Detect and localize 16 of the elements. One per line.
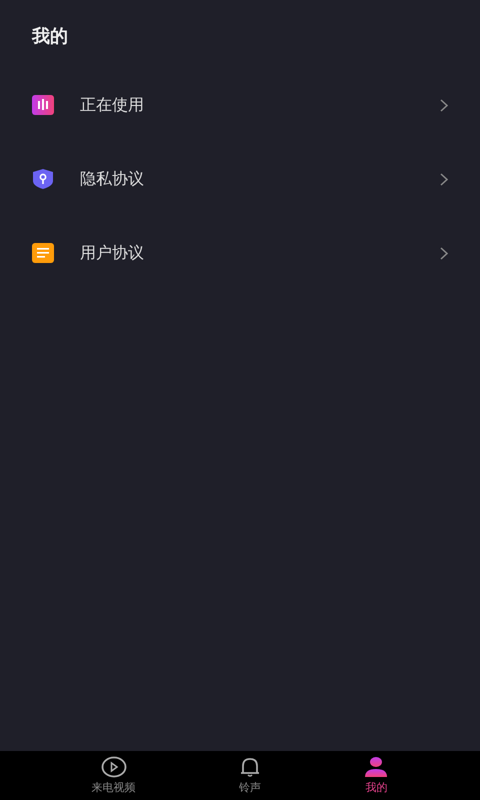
document-icon xyxy=(32,243,54,263)
play-circle-icon xyxy=(100,756,127,778)
chevron-right-icon xyxy=(440,98,448,112)
chevron-right-icon xyxy=(440,172,448,186)
person-icon xyxy=(364,756,388,778)
chevron-right-icon xyxy=(440,246,448,260)
tab[interactable]: 铃声 xyxy=(226,751,273,800)
bell-icon xyxy=(238,756,261,778)
shield-icon xyxy=(32,169,54,189)
page-title: 我的 xyxy=(32,25,69,49)
sound-bars-icon xyxy=(32,95,54,115)
tab[interactable]: 来电视频 xyxy=(80,751,148,800)
tab[interactable]: 我的 xyxy=(352,751,400,800)
menu-item[interactable]: 隐私协议 xyxy=(32,142,448,216)
menu-item[interactable]: 用户协议 xyxy=(32,216,448,290)
menu-item[interactable]: 正在使用 xyxy=(32,68,448,142)
